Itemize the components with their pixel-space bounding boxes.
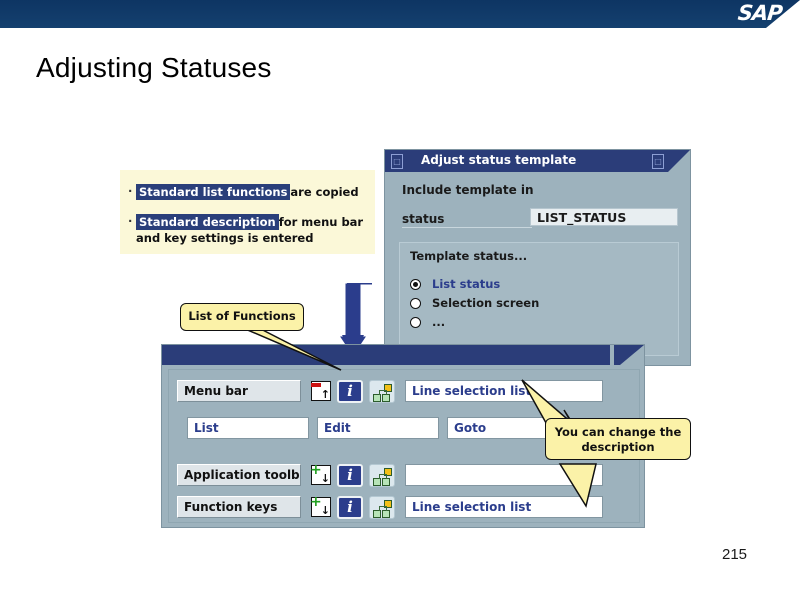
callout-change-description: You can change the description [545, 418, 691, 460]
page-title: Adjusting Statuses [36, 52, 272, 83]
template-status-group-title: Template status... [410, 249, 528, 263]
dialog-subtitle: Include template in [402, 183, 534, 197]
editor-titlebar-corner-cut [620, 345, 644, 365]
radio-unselected-icon[interactable] [410, 317, 421, 328]
row-label-function-keys: Function keys [177, 496, 301, 518]
note-highlight: Standard description [136, 214, 279, 230]
hierarchy-tree-icon[interactable] [369, 496, 395, 519]
callout-desc-line-1: You can change the [554, 425, 682, 439]
info-icon[interactable]: i [337, 496, 363, 519]
note-line-3: and key settings is entered [136, 231, 314, 245]
window-menu-icon[interactable]: □ [391, 154, 403, 169]
note-box: · Standard list functions are copied · Stan… [120, 170, 375, 254]
note-bullet: · [128, 214, 133, 228]
status-input[interactable]: LIST_STATUS [530, 208, 678, 226]
radio-unselected-icon[interactable] [410, 298, 421, 309]
menu-item-edit[interactable]: Edit [317, 417, 439, 439]
menu-item-list[interactable]: List [187, 417, 309, 439]
dialog-title: Adjust status template [421, 153, 577, 167]
note-line-1: · Standard list functions are copied [128, 184, 359, 200]
radio-label: ... [432, 315, 446, 329]
collapse-red-up-icon[interactable]: ↑ [309, 380, 333, 402]
note-text: for menu bar [278, 215, 364, 229]
expand-green-down-icon[interactable]: + ↓ [309, 495, 333, 518]
radio-label: List status [432, 277, 501, 291]
note-highlight: Standard list functions [136, 184, 291, 200]
row-label-application-toolbar: Application toolbar [177, 464, 301, 486]
note-line-2: · Standard description for menu bar [128, 214, 363, 230]
page-number: 215 [722, 546, 748, 563]
info-icon[interactable]: i [337, 464, 363, 487]
callout-desc-line-2: description [581, 440, 655, 454]
row-label-menu-bar: Menu bar [177, 380, 301, 402]
sap-header-band: SAP [0, 0, 800, 28]
hierarchy-tree-icon[interactable] [369, 380, 395, 403]
note-text: are copied [290, 185, 359, 199]
dialog-titlebar-corner-cut [668, 150, 690, 172]
info-icon[interactable]: i [337, 380, 363, 403]
note-bullet: · [128, 184, 133, 198]
radio-selected-icon[interactable] [410, 279, 421, 290]
hierarchy-tree-icon[interactable] [369, 464, 395, 487]
window-close-icon[interactable]: □ [652, 154, 664, 169]
editor-titlebar-notch [610, 345, 614, 365]
dialog-titlebar: □ Adjust status template □ [385, 150, 690, 172]
adjust-status-template-dialog: □ Adjust status template □ Include templ… [385, 150, 690, 365]
expand-green-down-icon[interactable]: + ↓ [309, 463, 333, 486]
status-field-label: status [402, 212, 532, 228]
template-status-group: Template status... List status Selection… [399, 242, 679, 356]
callout-list-of-functions: List of Functions [180, 303, 304, 331]
radio-label: Selection screen [432, 296, 540, 310]
